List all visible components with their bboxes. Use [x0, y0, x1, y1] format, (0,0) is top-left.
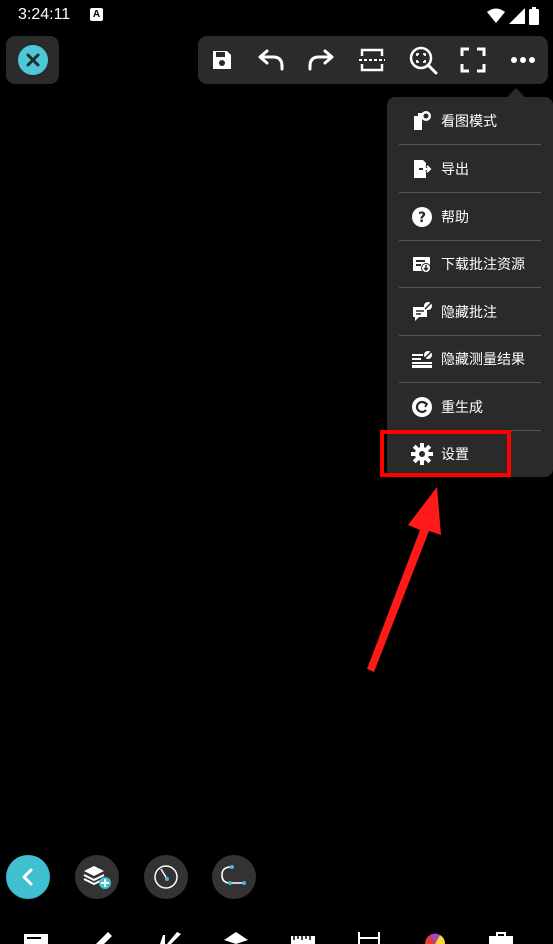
collapse-button[interactable] [6, 855, 50, 899]
add-layer-button[interactable] [75, 855, 119, 899]
eraser-icon[interactable] [223, 930, 249, 944]
curve-tool-button[interactable] [212, 855, 256, 899]
layers-add-icon [83, 866, 111, 889]
bottom-toolbar [0, 926, 553, 944]
measure-angle-button[interactable] [144, 855, 188, 899]
text-icon[interactable] [23, 930, 49, 944]
toolbox-icon[interactable] [488, 930, 514, 944]
pencil-icon[interactable] [90, 930, 116, 944]
red-arrow-annotation [367, 487, 441, 672]
dimension-icon[interactable] [356, 930, 382, 944]
ruler-icon[interactable] [290, 930, 316, 944]
angle-icon [154, 865, 178, 889]
chevron-left-icon [22, 868, 33, 886]
brush-icon[interactable] [157, 930, 183, 944]
curve-icon [221, 865, 246, 885]
color-wheel-icon[interactable] [422, 930, 448, 944]
